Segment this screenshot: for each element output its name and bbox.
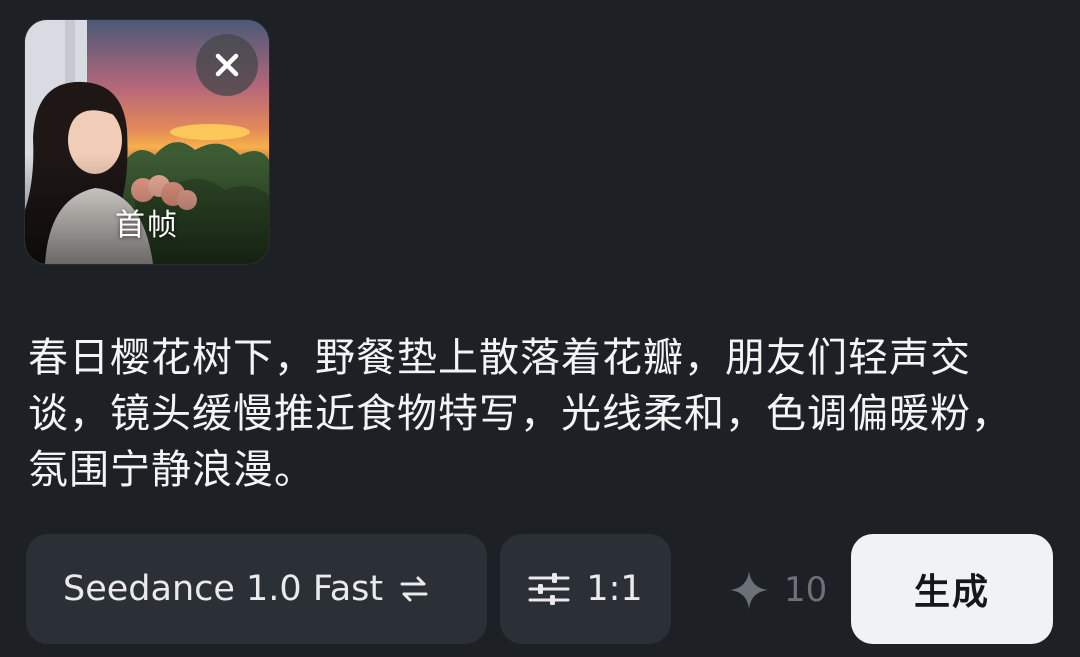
settings-ratio-button[interactable]: 1:1	[500, 534, 671, 644]
credits-value: 10	[784, 570, 828, 610]
generate-button[interactable]: 生成	[851, 534, 1053, 644]
prompt-text[interactable]: 春日樱花树下，野餐垫上散落着花瓣，朋友们轻声交谈，镜头缓慢推近食物特写，光线柔和…	[28, 330, 1038, 498]
remove-frame-button[interactable]	[196, 34, 258, 96]
model-selector-button[interactable]: Seedance 1.0 Fast	[26, 534, 487, 644]
credits-cost: 10	[728, 565, 827, 615]
first-frame-label: 首帧	[115, 208, 179, 243]
sliders-icon	[528, 572, 570, 606]
sparkle-icon	[728, 569, 770, 611]
close-icon	[215, 53, 239, 77]
model-label: Seedance 1.0 Fast	[63, 569, 384, 609]
swap-arrows-icon	[399, 576, 429, 602]
ratio-label: 1:1	[586, 569, 643, 609]
